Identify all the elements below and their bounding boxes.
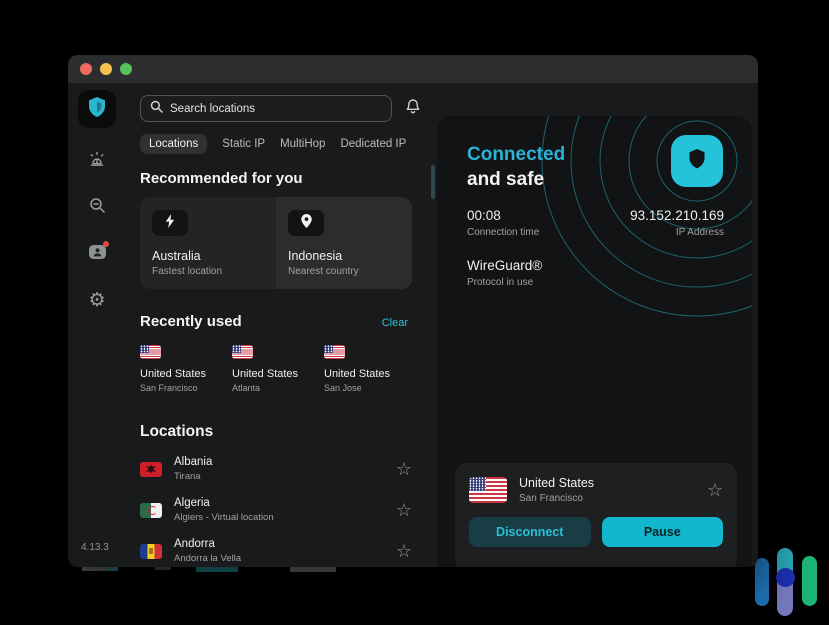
sidebar-item-antivirus[interactable]: [85, 150, 109, 174]
surfshark-shield-icon: [687, 147, 707, 176]
andorra-flag: [140, 544, 162, 559]
tab-static-ip[interactable]: Static IP: [222, 138, 265, 150]
tab-multihop[interactable]: MultiHop: [280, 138, 325, 150]
deco-bar-green: [802, 556, 817, 606]
status-safe-text: and safe: [467, 167, 565, 192]
alert-search-icon: [88, 196, 107, 220]
us-flag: [140, 345, 161, 359]
recent-city: San Francisco: [140, 383, 232, 393]
favorite-star-icon[interactable]: ☆: [396, 460, 412, 478]
sidebar-item-alternative-id[interactable]: [85, 242, 109, 266]
surfshark-app-window: ⚙ 4.13.3: [68, 55, 758, 567]
lightning-icon: [165, 214, 175, 233]
gear-icon: ⚙: [88, 291, 105, 310]
connection-time-value: 00:08: [467, 208, 539, 223]
app-version: 4.13.3: [81, 542, 109, 553]
search-icon: [150, 100, 163, 118]
recommended-country: Indonesia: [288, 249, 400, 263]
notification-dot: [103, 241, 109, 247]
clear-recent-button[interactable]: Clear: [382, 317, 408, 329]
location-row-algeria[interactable]: Algeria Algiers - Virtual location ☆: [140, 497, 412, 523]
ip-address-value: 93.152.210.169: [630, 208, 724, 223]
desktop-background: ⚙ 4.13.3: [0, 0, 829, 625]
us-flag: [324, 345, 345, 359]
location-name: Andorra: [174, 538, 241, 550]
recent-country: United States: [232, 368, 324, 380]
location-pin-icon: [301, 214, 312, 233]
pause-button[interactable]: Pause: [602, 517, 724, 547]
status-connected-text: Connected: [467, 142, 565, 167]
ip-address-block: 93.152.210.169 IP Address: [630, 208, 724, 238]
recent-city: San Jose: [324, 383, 416, 393]
connected-city: San Francisco: [519, 493, 594, 504]
favorite-star-icon[interactable]: ☆: [396, 542, 412, 560]
close-button[interactable]: [80, 63, 92, 75]
recent-item[interactable]: United States San Jose: [324, 345, 416, 393]
location-row-andorra[interactable]: Andorra Andorra la Vella ☆: [140, 538, 412, 564]
location-detail: Tirana: [174, 471, 212, 482]
recommended-card-australia[interactable]: Australia Fastest location: [140, 197, 276, 289]
tab-locations[interactable]: Locations: [140, 134, 207, 154]
connection-status-panel: Connected and safe 00:08 Connection time…: [437, 116, 752, 567]
recommended-cards: Australia Fastest location: [140, 197, 412, 289]
us-flag: [232, 345, 253, 359]
search-input[interactable]: [170, 103, 382, 115]
locations-heading: Locations: [140, 423, 424, 441]
icon-tile: [288, 210, 324, 236]
recent-city: Atlanta: [232, 383, 324, 393]
server-type-tabs: Locations Static IP MultiHop Dedicated I…: [140, 134, 424, 154]
recommended-heading: Recommended for you: [140, 170, 424, 187]
location-name: Albania: [174, 456, 212, 468]
scrollbar-thumb[interactable]: [431, 165, 435, 199]
search-box[interactable]: [140, 95, 392, 122]
algeria-flag: [140, 503, 162, 518]
sidebar-item-alert[interactable]: [85, 196, 109, 220]
protocol-value: WireGuard®: [467, 258, 542, 273]
protocol-label: Protocol in use: [467, 277, 542, 288]
antivirus-siren-icon: [87, 150, 107, 175]
window-titlebar[interactable]: [68, 55, 758, 83]
current-connection-card: United States San Francisco ☆ Disconnect…: [455, 463, 737, 567]
recent-country: United States: [140, 368, 232, 380]
recent-item[interactable]: United States Atlanta: [232, 345, 324, 393]
favorite-star-icon[interactable]: ☆: [707, 481, 723, 499]
recent-country: United States: [324, 368, 416, 380]
connected-country: United States: [519, 476, 594, 490]
recommended-desc: Fastest location: [152, 266, 264, 277]
sidebar-item-vpn[interactable]: [78, 90, 116, 128]
notifications-button[interactable]: [402, 98, 424, 120]
sidebar-nav: ⚙ 4.13.3: [68, 83, 126, 567]
us-flag: [469, 477, 507, 503]
notifications-bell-icon: [405, 98, 421, 120]
recommended-card-indonesia[interactable]: Indonesia Nearest country: [276, 197, 412, 289]
location-detail: Algiers - Virtual location: [174, 512, 274, 523]
recently-used-list: United States San Francisco United State…: [140, 345, 424, 393]
recommended-desc: Nearest country: [288, 266, 400, 277]
icon-tile: [152, 210, 188, 236]
surfshark-shield-icon: [87, 96, 107, 123]
disconnect-button[interactable]: Disconnect: [469, 517, 591, 547]
location-row-albania[interactable]: Albania Tirana ☆: [140, 456, 412, 482]
recommended-country: Australia: [152, 249, 264, 263]
favorite-star-icon[interactable]: ☆: [396, 501, 412, 519]
ip-address-label: IP Address: [630, 227, 724, 238]
tab-dedicated-ip[interactable]: Dedicated IP: [340, 138, 406, 150]
deco-circle-blue: [776, 568, 795, 587]
connection-time-block: 00:08 Connection time: [467, 208, 539, 238]
recent-item[interactable]: United States San Francisco: [140, 345, 232, 393]
minimize-button[interactable]: [100, 63, 112, 75]
connection-time-label: Connection time: [467, 227, 539, 238]
connection-status-heading: Connected and safe: [467, 142, 565, 192]
surfshark-logo-badge: [671, 135, 723, 187]
zoom-button[interactable]: [120, 63, 132, 75]
recently-used-heading: Recently used: [140, 313, 242, 330]
location-name: Algeria: [174, 497, 274, 509]
locations-panel: Locations Static IP MultiHop Dedicated I…: [126, 83, 442, 567]
sidebar-item-settings[interactable]: ⚙: [85, 288, 109, 312]
location-detail: Andorra la Vella: [174, 553, 241, 564]
protocol-block: WireGuard® Protocol in use: [467, 258, 542, 288]
albania-flag: [140, 462, 162, 477]
